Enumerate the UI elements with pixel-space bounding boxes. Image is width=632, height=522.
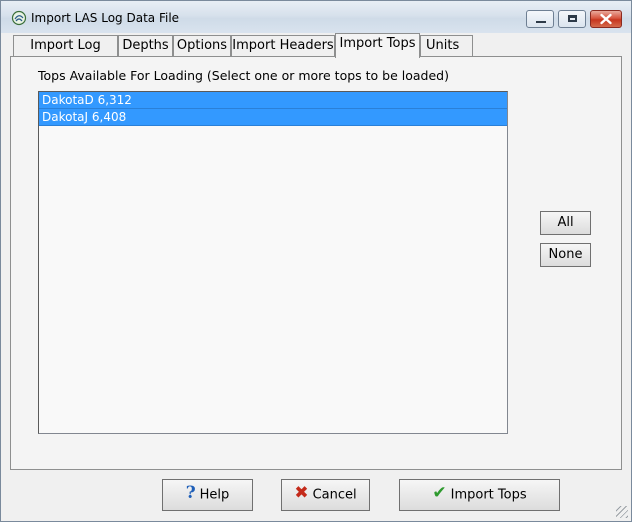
help-button[interactable]: ? Help: [162, 479, 253, 511]
help-button-label: Help: [199, 487, 230, 503]
app-icon: [11, 10, 27, 26]
checkmark-icon: ✔: [432, 483, 447, 503]
minimize-icon: [536, 21, 546, 23]
tab-import-log-data[interactable]: Import Log Data: [13, 35, 118, 73]
tab-units[interactable]: Units: [420, 35, 473, 57]
x-icon: ✖: [294, 483, 309, 503]
maximize-icon: [568, 15, 577, 22]
title-bar[interactable]: Import LAS Log Data File: [1, 1, 631, 33]
tab-import-tops[interactable]: Import Tops: [335, 33, 420, 58]
close-icon: [600, 13, 612, 25]
list-item[interactable]: DakotaD 6,312: [39, 92, 507, 109]
cancel-button-label: Cancel: [312, 487, 357, 503]
select-all-button[interactable]: All: [540, 211, 591, 235]
close-button[interactable]: [590, 10, 622, 28]
tab-import-headers[interactable]: Import Headers: [231, 35, 335, 57]
question-mark-icon: ?: [185, 483, 196, 503]
list-item[interactable]: DakotaJ 6,408: [39, 109, 507, 126]
resize-grip-icon[interactable]: [616, 506, 628, 518]
tab-options[interactable]: Options: [173, 35, 231, 57]
import-tops-button-label: Import Tops: [450, 487, 527, 503]
select-none-button[interactable]: None: [540, 243, 591, 267]
window-title: Import LAS Log Data File: [31, 11, 180, 25]
minimize-button[interactable]: [526, 10, 554, 28]
maximize-button[interactable]: [558, 10, 586, 28]
import-las-dialog: Import LAS Log Data File Import Log Data…: [0, 0, 632, 522]
cancel-button[interactable]: ✖ Cancel: [281, 479, 370, 511]
tab-strip: Import Log Data Depths Options Import He…: [1, 33, 631, 73]
tab-depths[interactable]: Depths: [118, 35, 173, 57]
import-tops-button[interactable]: ✔ Import Tops: [399, 479, 560, 511]
tops-available-label: Tops Available For Loading (Select one o…: [38, 68, 449, 83]
tops-listbox[interactable]: DakotaD 6,312 DakotaJ 6,408: [38, 91, 508, 434]
